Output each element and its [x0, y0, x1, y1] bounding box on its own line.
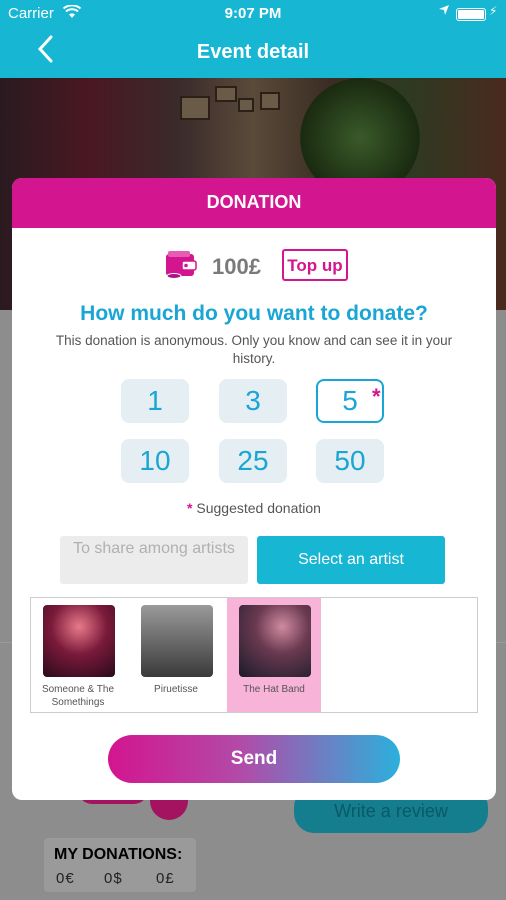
donation-total-gbp: 0£	[156, 870, 175, 887]
artist-list: Someone & The Somethings Piruetisse The …	[30, 597, 478, 713]
battery-icon	[456, 8, 486, 21]
select-artist-option[interactable]: Select an artist	[257, 536, 445, 584]
top-bar: Carrier 9:07 PM ⚡ Event detail	[0, 0, 506, 78]
suggested-marker: *	[187, 500, 193, 516]
my-donations-label: MY DONATIONS:	[54, 846, 183, 863]
suggested-donation-note: * Suggested donation	[12, 500, 496, 516]
page-title: Event detail	[196, 41, 310, 63]
artist-name: Someone & The Somethings	[41, 684, 115, 708]
suggested-label: Suggested donation	[196, 500, 321, 516]
anonymous-note: This donation is anonymous. Only you kno…	[55, 333, 453, 366]
donate-question: How much do you want to donate?	[80, 302, 428, 325]
artist-card[interactable]: Someone & The Somethings	[31, 598, 125, 712]
status-bar: Carrier 9:07 PM ⚡	[0, 0, 506, 28]
amount-option-25[interactable]: 25	[219, 439, 287, 483]
artist-photo	[141, 605, 213, 677]
status-time: 9:07 PM	[224, 5, 282, 22]
my-donations-panel: MY DONATIONS: 0€ 0$ 0£	[44, 838, 196, 892]
donation-total-usd: 0$	[104, 870, 123, 887]
artist-photo	[239, 605, 311, 677]
wallet-icon	[164, 250, 198, 280]
artist-card[interactable]: Piruetisse	[129, 598, 223, 712]
amount-option-1[interactable]: 1	[121, 379, 189, 423]
artist-name: Piruetisse	[154, 684, 198, 695]
artist-name: The Hat Band	[243, 684, 305, 695]
wallet-balance: 100£	[212, 254, 261, 279]
location-icon	[438, 4, 450, 19]
suggested-marker: *	[372, 384, 381, 409]
donation-total-eur: 0€	[56, 870, 75, 887]
amount-option-10[interactable]: 10	[121, 439, 189, 483]
artist-card-selected[interactable]: The Hat Band	[227, 598, 321, 712]
send-button[interactable]: Send	[108, 735, 400, 783]
modal-title: DONATION	[12, 178, 496, 228]
amount-option-50[interactable]: 50	[316, 439, 384, 483]
charging-icon: ⚡	[489, 4, 498, 18]
amount-option-3[interactable]: 3	[219, 379, 287, 423]
share-among-artists-option[interactable]: To share among artists	[60, 536, 248, 584]
artist-photo	[43, 605, 115, 677]
nav-bar: Event detail	[0, 28, 506, 78]
top-up-button[interactable]: Top up	[282, 249, 348, 281]
donation-modal: DONATION 100£ Top up How much do you wan…	[12, 178, 496, 800]
